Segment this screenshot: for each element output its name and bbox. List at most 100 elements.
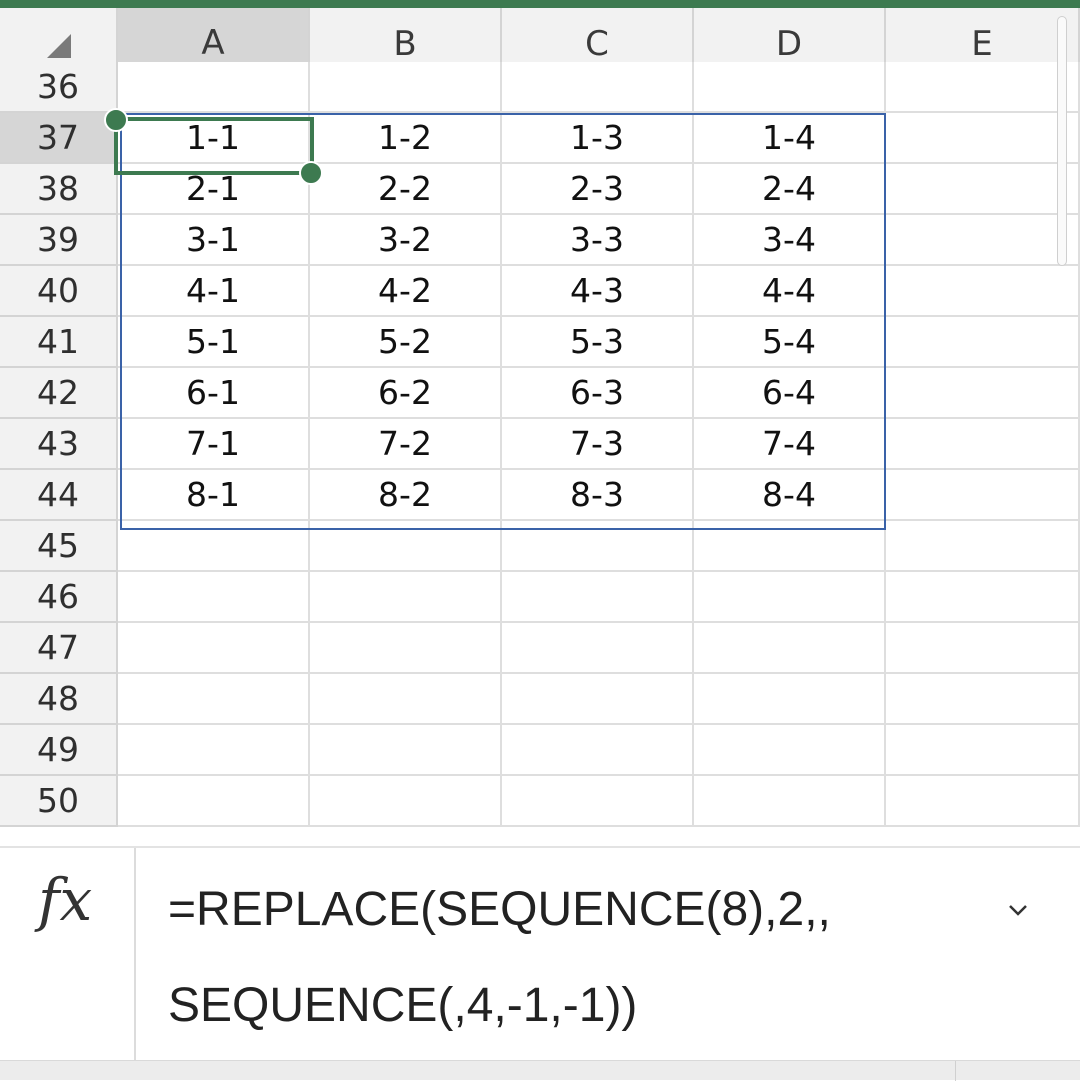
fx-button[interactable]: fx: [0, 848, 136, 1060]
cell-e49[interactable]: [886, 725, 1080, 776]
select-all-icon: [47, 34, 71, 58]
cell-e50[interactable]: [886, 776, 1080, 827]
row-header-43[interactable]: 43: [0, 419, 118, 470]
chevron-down-icon[interactable]: [1008, 900, 1028, 920]
cell-b50[interactable]: [310, 776, 502, 827]
cell-d43[interactable]: 7-4: [694, 419, 886, 470]
cell-a42[interactable]: 6-1: [118, 368, 310, 419]
cell-e36[interactable]: [886, 62, 1080, 113]
cell-b44[interactable]: 8-2: [310, 470, 502, 521]
cell-a44[interactable]: 8-1: [118, 470, 310, 521]
cell-a40[interactable]: 4-1: [118, 266, 310, 317]
cell-e47[interactable]: [886, 623, 1080, 674]
spreadsheet-grid: ABCDE 36 37 38 39 40 41 42 43 44 45 46 47 48 49 50 1-1…: [0, 8, 1080, 846]
cell-b36[interactable]: [310, 62, 502, 113]
cell-b47[interactable]: [310, 623, 502, 674]
cell-a48[interactable]: [118, 674, 310, 725]
row-header-46[interactable]: 46: [0, 572, 118, 623]
cell-b48[interactable]: [310, 674, 502, 725]
formula-line-1: =REPLACE(SEQUENCE(8),2,,: [168, 883, 831, 936]
cell-e46[interactable]: [886, 572, 1080, 623]
cell-a43[interactable]: 7-1: [118, 419, 310, 470]
cell-e44[interactable]: [886, 470, 1080, 521]
row-header-41[interactable]: 41: [0, 317, 118, 368]
cell-e37[interactable]: [886, 113, 1080, 164]
cell-c45[interactable]: [502, 521, 694, 572]
cell-d37[interactable]: 1-4: [694, 113, 886, 164]
row-header-48[interactable]: 48: [0, 674, 118, 725]
cell-a41[interactable]: 5-1: [118, 317, 310, 368]
cell-a39[interactable]: 3-1: [118, 215, 310, 266]
cell-d48[interactable]: [694, 674, 886, 725]
cell-b46[interactable]: [310, 572, 502, 623]
selection-handle-bottom-right[interactable]: [299, 161, 323, 185]
row-header-38[interactable]: 38: [0, 164, 118, 215]
cell-e42[interactable]: [886, 368, 1080, 419]
cell-b40[interactable]: 4-2: [310, 266, 502, 317]
row-header-39[interactable]: 39: [0, 215, 118, 266]
cell-d50[interactable]: [694, 776, 886, 827]
cell-b42[interactable]: 6-2: [310, 368, 502, 419]
row-header-49[interactable]: 49: [0, 725, 118, 776]
cell-c38[interactable]: 2-3: [502, 164, 694, 215]
cell-c44[interactable]: 8-3: [502, 470, 694, 521]
cell-d41[interactable]: 5-4: [694, 317, 886, 368]
cell-d39[interactable]: 3-4: [694, 215, 886, 266]
cell-a50[interactable]: [118, 776, 310, 827]
cell-c42[interactable]: 6-3: [502, 368, 694, 419]
cell-e39[interactable]: [886, 215, 1080, 266]
cell-b38[interactable]: 2-2: [310, 164, 502, 215]
row-header-44[interactable]: 44: [0, 470, 118, 521]
cell-a45[interactable]: [118, 521, 310, 572]
cell-d44[interactable]: 8-4: [694, 470, 886, 521]
cell-e45[interactable]: [886, 521, 1080, 572]
cell-a46[interactable]: [118, 572, 310, 623]
cell-e40[interactable]: [886, 266, 1080, 317]
cell-d40[interactable]: 4-4: [694, 266, 886, 317]
cell-e38[interactable]: [886, 164, 1080, 215]
cell-c48[interactable]: [502, 674, 694, 725]
cell-e41[interactable]: [886, 317, 1080, 368]
cell-c43[interactable]: 7-3: [502, 419, 694, 470]
row-header-37[interactable]: 37: [0, 113, 118, 164]
cell-c40[interactable]: 4-3: [502, 266, 694, 317]
formula-input[interactable]: =REPLACE(SEQUENCE(8),2,, SEQUENCE(,4,-1,…: [168, 862, 968, 1054]
cell-a47[interactable]: [118, 623, 310, 674]
cell-d36[interactable]: [694, 62, 886, 113]
cell-c46[interactable]: [502, 572, 694, 623]
cell-b45[interactable]: [310, 521, 502, 572]
cell-d49[interactable]: [694, 725, 886, 776]
cell-a38[interactable]: 2-1: [118, 164, 310, 215]
row-header-47[interactable]: 47: [0, 623, 118, 674]
cell-e43[interactable]: [886, 419, 1080, 470]
vertical-scrollbar[interactable]: [1057, 16, 1067, 266]
row-header-36[interactable]: 36: [0, 62, 118, 113]
cell-b37[interactable]: 1-2: [310, 113, 502, 164]
row-header-50[interactable]: 50: [0, 776, 118, 827]
cell-a37[interactable]: 1-1: [118, 113, 310, 164]
cell-a36[interactable]: [118, 62, 310, 113]
cell-d45[interactable]: [694, 521, 886, 572]
cell-b41[interactable]: 5-2: [310, 317, 502, 368]
cell-c41[interactable]: 5-3: [502, 317, 694, 368]
cell-c47[interactable]: [502, 623, 694, 674]
cell-d47[interactable]: [694, 623, 886, 674]
cell-b39[interactable]: 3-2: [310, 215, 502, 266]
cell-d38[interactable]: 2-4: [694, 164, 886, 215]
cell-c49[interactable]: [502, 725, 694, 776]
cell-c36[interactable]: [502, 62, 694, 113]
row-header-40[interactable]: 40: [0, 266, 118, 317]
cell-d42[interactable]: 6-4: [694, 368, 886, 419]
row-header-42[interactable]: 42: [0, 368, 118, 419]
cell-a49[interactable]: [118, 725, 310, 776]
cell-c37[interactable]: 1-3: [502, 113, 694, 164]
cell-b43[interactable]: 7-2: [310, 419, 502, 470]
cell-c50[interactable]: [502, 776, 694, 827]
cell-b49[interactable]: [310, 725, 502, 776]
cell-e48[interactable]: [886, 674, 1080, 725]
selection-handle-top-left[interactable]: [104, 108, 128, 132]
formula-bar: fx =REPLACE(SEQUENCE(8),2,, SEQUENCE(,4,…: [0, 846, 1080, 1060]
cell-d46[interactable]: [694, 572, 886, 623]
cell-c39[interactable]: 3-3: [502, 215, 694, 266]
row-header-45[interactable]: 45: [0, 521, 118, 572]
